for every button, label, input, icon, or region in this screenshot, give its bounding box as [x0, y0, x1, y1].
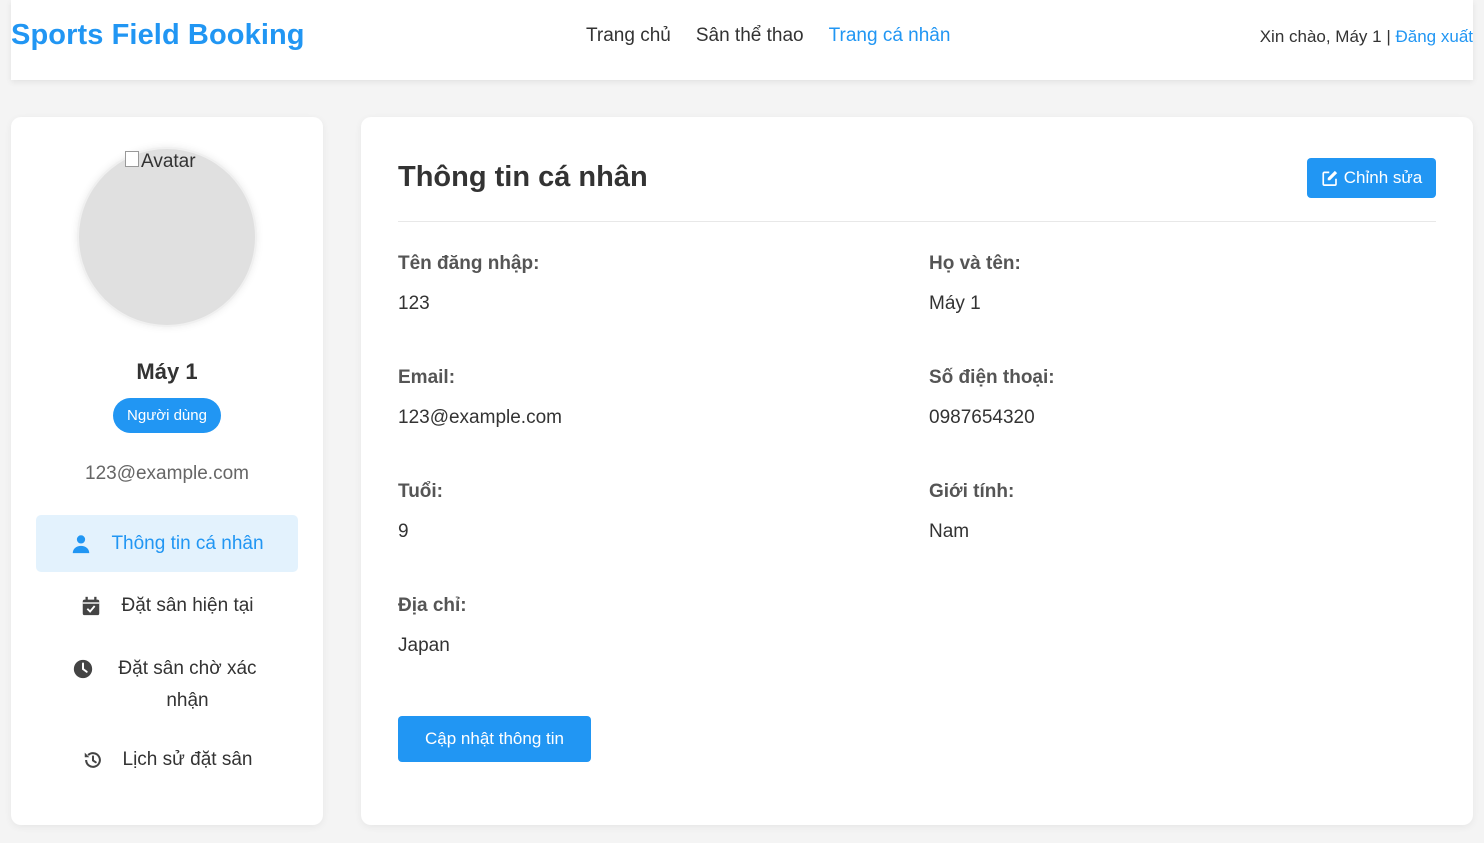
logout-link[interactable]: Đăng xuất — [1396, 27, 1474, 46]
field-value: 123@example.com — [398, 407, 562, 428]
sidebar-item-label: Đặt sân chờ xác nhận — [118, 658, 257, 711]
profile-email: 123@example.com — [85, 463, 249, 484]
update-info-button[interactable]: Cập nhật thông tin — [398, 716, 591, 762]
calendar-check-icon — [80, 595, 102, 617]
avatar-alt-label: Avatar — [141, 151, 196, 172]
profile-sidebar: Avatar Máy 1 Người dùng 123@example.com … — [11, 117, 323, 825]
field-value: Nam — [929, 521, 970, 542]
nav-sports-fields[interactable]: Sân thể thao — [696, 25, 804, 47]
field-label: Họ và tên: — [929, 253, 1021, 274]
field-email: Email: 123@example.com — [398, 367, 562, 429]
field-full-name: Họ và tên: Máy 1 — [929, 253, 1021, 315]
nav-profile[interactable]: Trang cá nhân — [829, 25, 951, 47]
greeting-text: Xin chào, Máy 1 — [1259, 27, 1382, 46]
field-address: Địa chỉ: Japan — [398, 595, 467, 657]
profile-name: Máy 1 — [136, 359, 198, 384]
sidebar-item-personal-info[interactable]: Thông tin cá nhân — [36, 515, 298, 572]
sidebar-menu: Thông tin cá nhân Đặt sân hiện tại Đặt s… — [36, 515, 298, 790]
avatar: Avatar — [77, 147, 257, 327]
page-title: Thông tin cá nhân — [398, 161, 648, 193]
field-value: 9 — [398, 521, 409, 542]
field-phone: Số điện thoại: 0987654320 — [929, 367, 1055, 429]
field-username: Tên đăng nhập: 123 — [398, 253, 539, 315]
field-value: 123 — [398, 293, 430, 314]
sidebar-item-label: Lịch sử đặt sân — [122, 749, 253, 770]
clock-icon — [72, 658, 94, 680]
sidebar-item-pending-bookings[interactable]: Đặt sân chờ xác nhận — [36, 640, 298, 730]
role-badge: Người dùng — [113, 398, 221, 433]
sidebar-item-label: Thông tin cá nhân — [111, 532, 264, 554]
history-icon — [82, 749, 104, 771]
profile-info-panel: Thông tin cá nhân Chỉnh sửa Tên đăng nhậ… — [361, 117, 1473, 825]
field-label: Tuổi: — [398, 481, 444, 502]
field-gender: Giới tính: Nam — [929, 481, 1014, 543]
edit-icon — [1321, 169, 1339, 187]
edit-button[interactable]: Chỉnh sửa — [1307, 158, 1436, 198]
sidebar-item-booking-history[interactable]: Lịch sử đặt sân — [36, 730, 298, 790]
user-icon — [70, 533, 92, 555]
field-label: Tên đăng nhập: — [398, 253, 540, 274]
brand-logo[interactable]: Sports Field Booking — [11, 19, 305, 52]
sidebar-item-label: Đặt sân hiện tại — [121, 595, 254, 616]
broken-image-icon — [125, 151, 139, 167]
field-label: Địa chỉ: — [398, 595, 467, 616]
greeting-separator: | — [1386, 27, 1391, 46]
field-value: 0987654320 — [929, 407, 1035, 428]
title-divider — [398, 221, 1436, 222]
avatar-image — [79, 149, 255, 325]
nav-home[interactable]: Trang chủ — [586, 25, 671, 47]
user-greeting-area: Xin chào, Máy 1 | Đăng xuất — [1260, 27, 1473, 47]
field-age: Tuổi: 9 — [398, 481, 443, 543]
field-label: Giới tính: — [929, 481, 1015, 502]
avatar-alt-text: Avatar — [125, 151, 196, 173]
main-nav: Trang chủ Sân thể thao Trang cá nhân — [586, 25, 950, 47]
top-navbar: Sports Field Booking Trang chủ Sân thể t… — [11, 0, 1473, 80]
field-label: Email: — [398, 367, 456, 388]
field-label: Số điện thoại: — [929, 367, 1055, 388]
sidebar-item-current-bookings[interactable]: Đặt sân hiện tại — [36, 572, 298, 640]
field-value: Japan — [398, 635, 450, 656]
field-value: Máy 1 — [929, 293, 981, 314]
edit-button-label: Chỉnh sửa — [1343, 168, 1423, 187]
